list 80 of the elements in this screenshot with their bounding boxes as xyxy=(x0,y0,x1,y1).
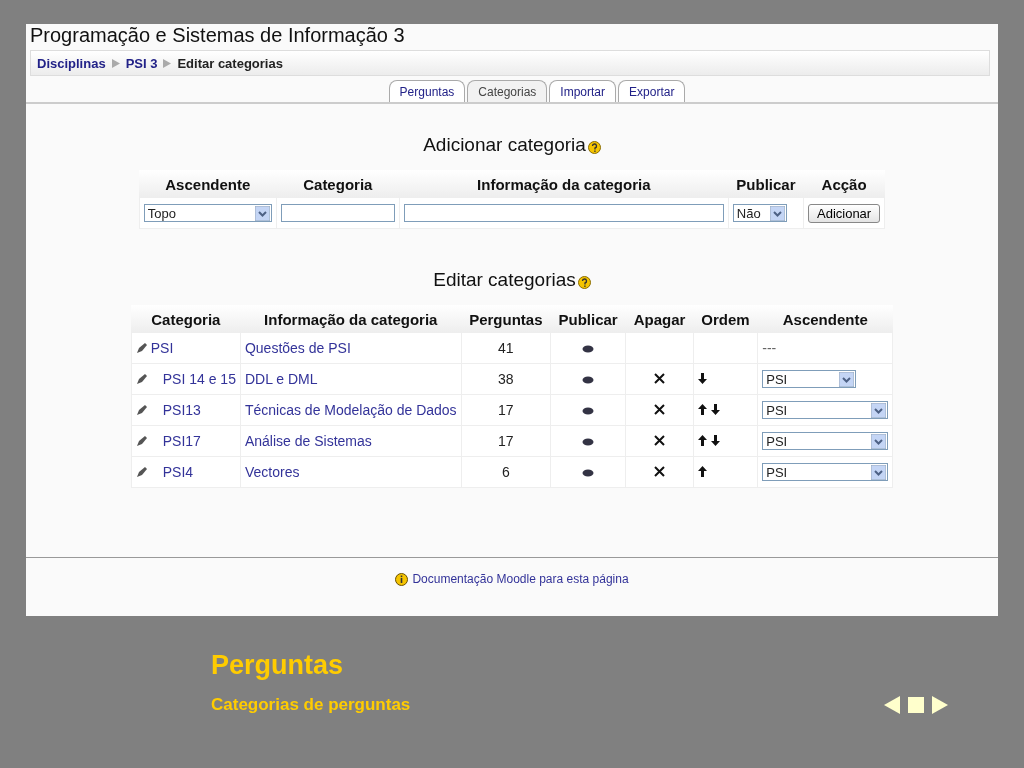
breadcrumb-link[interactable]: PSI 3 xyxy=(125,55,158,71)
breadcrumb-link[interactable]: Disciplinas xyxy=(37,55,106,71)
info-input[interactable] xyxy=(403,204,724,222)
eye-icon[interactable] xyxy=(582,407,595,415)
parent-select[interactable]: PSI xyxy=(762,370,857,388)
edit-icon[interactable] xyxy=(135,372,148,385)
column-header: Publicar xyxy=(728,170,804,198)
add-button[interactable]: Adicionar xyxy=(808,203,881,223)
category-link[interactable]: PSI13 xyxy=(162,401,201,418)
tab[interactable]: Perguntas xyxy=(388,80,466,102)
dropdown-arrow-icon xyxy=(254,205,270,221)
column-header: Informação da categoria xyxy=(399,170,729,198)
column-header: Publicar xyxy=(550,305,626,333)
down-arrow-icon[interactable] xyxy=(710,435,720,446)
parent-select[interactable]: Topo xyxy=(143,204,272,222)
info-icon xyxy=(395,572,409,586)
tab[interactable]: Categorias xyxy=(467,80,548,102)
help-icon[interactable] xyxy=(577,276,591,289)
eye-icon[interactable] xyxy=(582,469,595,477)
section-heading: Adicionar categoria xyxy=(423,134,586,156)
column-header: Ascendente xyxy=(757,305,893,333)
dropdown-arrow-icon xyxy=(839,371,855,387)
category-info-link[interactable]: DDL e DML xyxy=(244,371,318,387)
dropdown-arrow-icon xyxy=(871,433,887,449)
question-count: 38 xyxy=(498,371,514,387)
publish-select[interactable]: Não xyxy=(732,204,787,222)
category-input[interactable] xyxy=(280,204,395,222)
parent-select[interactable]: PSI xyxy=(762,432,889,450)
edit-icon[interactable] xyxy=(135,341,148,354)
column-header: Ascendente xyxy=(139,170,277,198)
column-header: Acção xyxy=(803,170,885,198)
column-header: Ordem xyxy=(693,305,758,333)
dropdown-arrow-icon xyxy=(871,464,887,480)
parent-select[interactable]: PSI xyxy=(762,401,889,419)
edit-icon[interactable] xyxy=(135,403,148,416)
next-icon[interactable] xyxy=(930,695,950,715)
dropdown-arrow-icon xyxy=(769,205,785,221)
delete-icon[interactable] xyxy=(654,435,665,446)
question-count: 6 xyxy=(501,464,510,480)
help-icon[interactable] xyxy=(587,141,601,154)
eye-icon[interactable] xyxy=(582,438,595,446)
question-count: 17 xyxy=(498,433,514,449)
tab[interactable]: Importar xyxy=(549,80,617,102)
column-header: Perguntas xyxy=(461,305,551,333)
delete-icon[interactable] xyxy=(654,466,665,477)
category-link[interactable]: PSI xyxy=(150,339,174,356)
breadcrumb-current: Editar categorias xyxy=(177,55,283,71)
question-count: 17 xyxy=(498,402,514,418)
down-arrow-icon[interactable] xyxy=(697,373,707,384)
previous-icon[interactable] xyxy=(882,695,902,715)
eye-icon[interactable] xyxy=(582,376,595,384)
column-header: Categoria xyxy=(131,305,241,333)
separator-icon xyxy=(163,58,172,68)
parent-select[interactable]: PSI xyxy=(762,463,889,481)
home-icon[interactable] xyxy=(906,695,926,715)
tab[interactable]: Exportar xyxy=(618,80,686,102)
eye-icon[interactable] xyxy=(582,345,595,353)
column-header: Informação da categoria xyxy=(240,305,462,333)
course-title: Programação e Sistemas de Informação 3 xyxy=(29,24,406,46)
column-header: Categoria xyxy=(276,170,400,198)
section-heading: Editar categorias xyxy=(433,269,576,291)
slide-title: Perguntas xyxy=(211,650,344,681)
separator-icon xyxy=(111,58,120,68)
edit-icon[interactable] xyxy=(135,465,148,478)
up-arrow-icon[interactable] xyxy=(697,435,707,446)
edit-icon[interactable] xyxy=(135,434,148,447)
up-arrow-icon[interactable] xyxy=(697,404,707,415)
documentation-link[interactable]: Documentação Moodle para esta página xyxy=(412,572,629,586)
question-count: 41 xyxy=(498,340,514,356)
dropdown-arrow-icon xyxy=(871,402,887,418)
down-arrow-icon[interactable] xyxy=(710,404,720,415)
category-info-link[interactable]: Vectores xyxy=(244,464,300,480)
parent-none: --- xyxy=(762,340,777,356)
delete-icon[interactable] xyxy=(654,373,665,384)
delete-icon[interactable] xyxy=(654,404,665,415)
column-header: Apagar xyxy=(625,305,694,333)
category-link[interactable]: PSI17 xyxy=(162,432,201,449)
slide-subtitle: Categorias de perguntas xyxy=(211,695,411,715)
up-arrow-icon[interactable] xyxy=(697,466,707,477)
category-link[interactable]: PSI4 xyxy=(162,463,194,480)
